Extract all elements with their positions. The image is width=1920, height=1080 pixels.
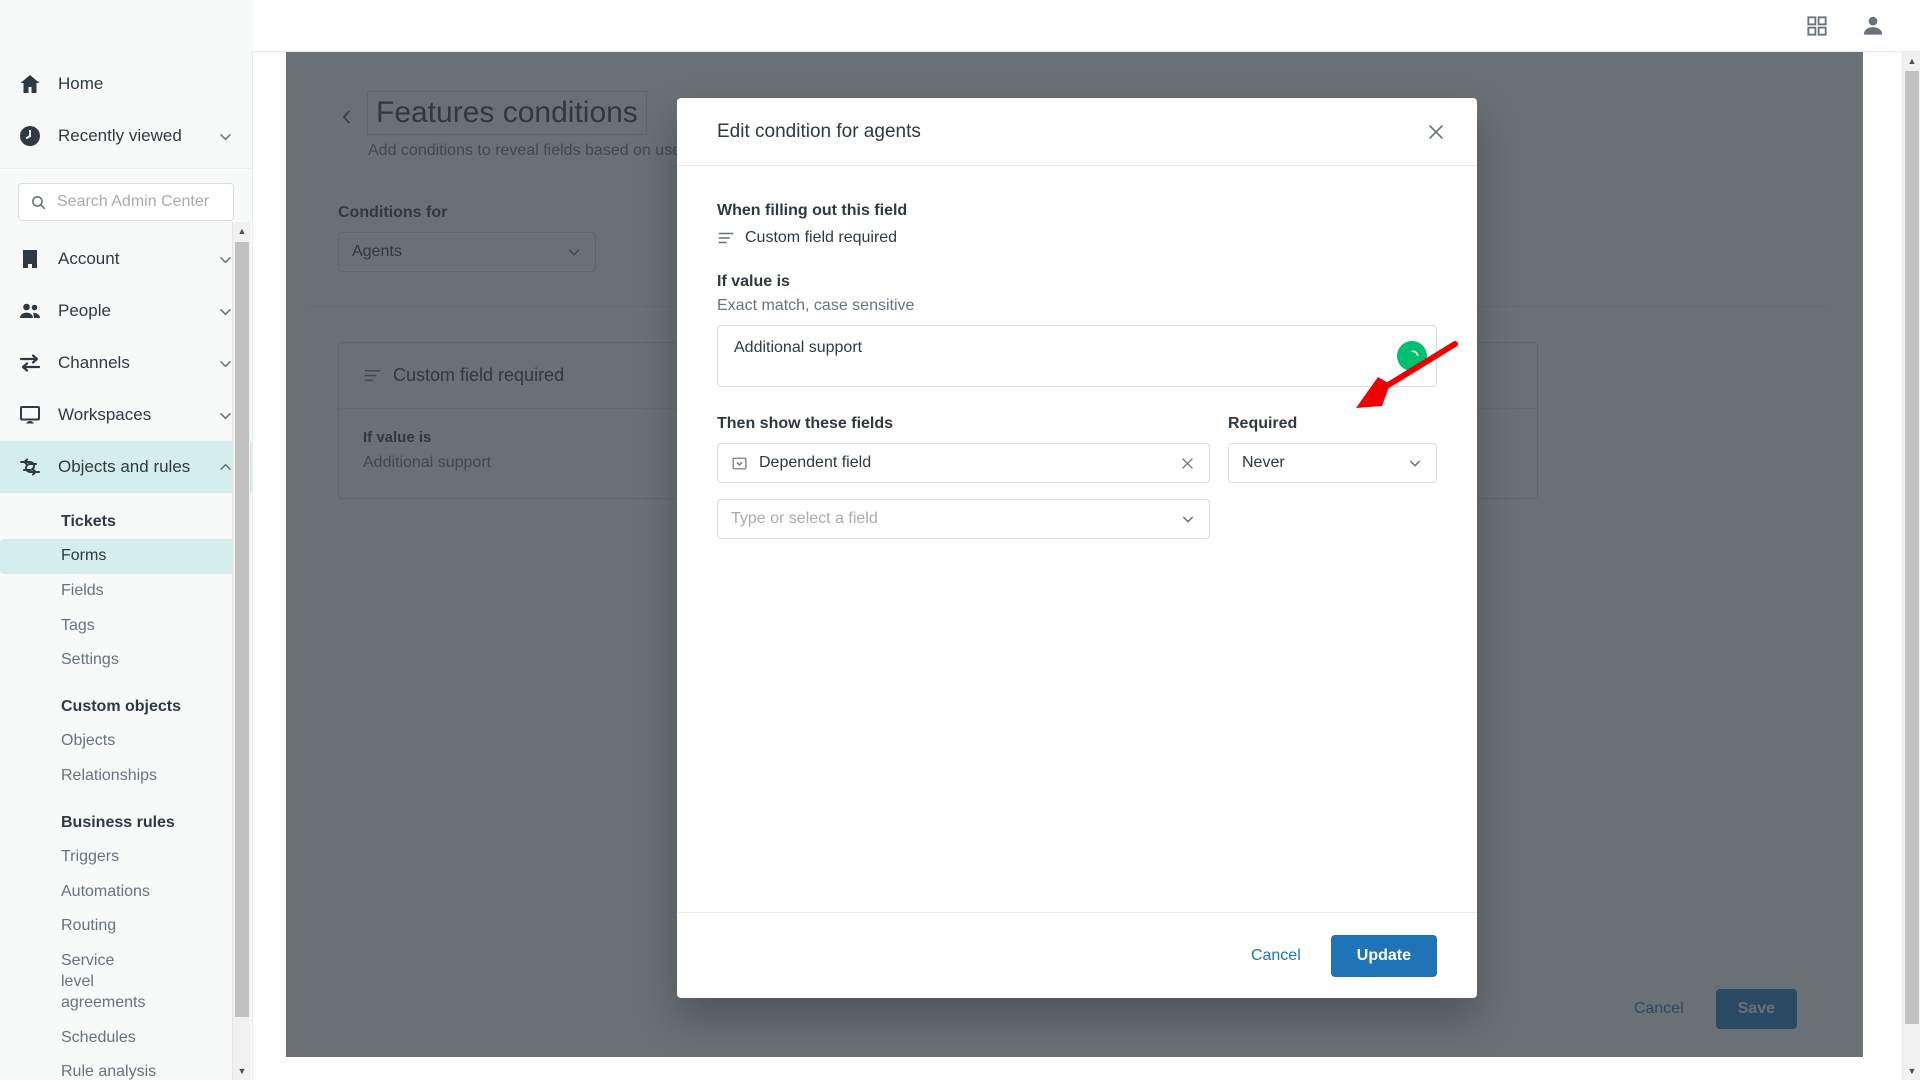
text-lines-icon [718, 232, 734, 244]
modal-update-button[interactable]: Update [1330, 934, 1437, 977]
brand-slot [0, 0, 253, 52]
people-icon [20, 303, 40, 318]
sidebar-group-tickets: Tickets Forms Fields Tags Settings [0, 493, 252, 678]
clock-icon [20, 126, 40, 146]
sidebar-item-channels[interactable]: Channels [0, 337, 252, 389]
chevron-down-icon [1409, 460, 1421, 467]
topbar-actions [1804, 0, 1920, 52]
close-x-icon[interactable] [1179, 455, 1196, 472]
top-bar [0, 0, 1920, 52]
main-scrollbar[interactable]: ▲ ▼ [1902, 52, 1920, 1080]
sidebar-item-objects-and-rules[interactable]: Objects and rules [0, 441, 252, 493]
modal-title: Edit condition for agents [717, 120, 921, 142]
scroll-down-arrow-icon[interactable]: ▼ [233, 1062, 251, 1080]
search-input[interactable] [57, 193, 222, 211]
sidebar-item-label: Workspaces [58, 405, 152, 425]
sidebar-top-items: Home Recently viewed [0, 52, 252, 162]
selected-field-name: Dependent field [759, 454, 872, 471]
sidebar-item-label: Channels [58, 353, 130, 373]
chevron-down-icon [219, 133, 232, 140]
fields-row: Then show these fields Dependent field T… [717, 415, 1437, 539]
modal-body: When filling out this field Custom field… [677, 166, 1477, 912]
scroll-down-arrow-icon[interactable]: ▼ [1903, 1062, 1920, 1080]
if-value-text: Additional support [734, 339, 863, 356]
then-show-label: Then show these fields [717, 415, 894, 432]
sidebar-search-wrap [0, 169, 252, 233]
sidebar-group-custom-objects: Custom objects Objects Relationships [0, 678, 252, 794]
search-box[interactable] [18, 183, 234, 221]
channels-icon [19, 354, 41, 372]
sidebar-item-fields[interactable]: Fields [0, 574, 242, 609]
spinner-arc-icon [1411, 349, 1419, 356]
grid-apps-icon[interactable] [1804, 13, 1830, 39]
add-field-select[interactable]: Type or select a field [717, 499, 1210, 539]
if-value-input[interactable]: Additional support [717, 325, 1437, 387]
sidebar-group-title: Tickets [61, 513, 116, 530]
sidebar-item-triggers[interactable]: Triggers [0, 840, 242, 875]
sidebar-group-business-rules: Business rules Triggers Automations Rout… [0, 794, 252, 1080]
modal-footer: Cancel Update [677, 912, 1477, 998]
close-icon[interactable] [1425, 121, 1447, 143]
when-filling-label: When filling out this field [717, 202, 908, 219]
sidebar-item-objects[interactable]: Objects [0, 724, 242, 759]
modal-cancel-button[interactable]: Cancel [1237, 937, 1315, 975]
sidebar-item-workspaces[interactable]: Workspaces [0, 389, 252, 441]
sidebar-item-label: People [58, 301, 111, 321]
add-field-placeholder: Type or select a field [731, 510, 878, 527]
if-value-label: If value is [717, 273, 790, 290]
sidebar-item-recently-viewed[interactable]: Recently viewed [0, 110, 252, 162]
required-column: Required Never [1227, 415, 1437, 539]
sidebar-item-rule-analysis[interactable]: Rule analysis [0, 1055, 242, 1080]
then-show-column: Then show these fields Dependent field T… [717, 415, 1210, 539]
sidebar-item-label: Recently viewed [58, 126, 182, 146]
if-value-hint: Exact match, case sensitive [717, 297, 915, 314]
sidebar-item-people[interactable]: People [0, 285, 252, 337]
sidebar-item-account[interactable]: Account [0, 233, 252, 285]
sidebar-item-tags[interactable]: Tags [0, 609, 242, 644]
sidebar-group-title: Custom objects [61, 698, 182, 716]
sidebar-item-service-level-agreements[interactable]: Service level agreements [0, 944, 150, 1020]
spinner-icon [1397, 341, 1427, 371]
when-filling-field: Custom field required [717, 229, 1437, 247]
when-filling-field-name: Custom field required [745, 229, 898, 246]
scroll-up-arrow-icon[interactable]: ▲ [233, 222, 251, 240]
sidebar-item-schedules[interactable]: Schedules [0, 1021, 242, 1056]
required-select[interactable]: Never [1227, 443, 1437, 483]
selected-field-chip[interactable]: Dependent field [717, 443, 1210, 483]
sidebar-item-label: Home [58, 74, 104, 94]
sidebar-item-forms[interactable]: Forms [0, 539, 242, 574]
dropdown-field-icon [732, 457, 747, 469]
sidebar-scrollbar[interactable]: ▲ ▼ [232, 222, 250, 1080]
sidebar-item-settings[interactable]: Settings [0, 643, 242, 678]
sidebar: Home Recently viewed Search Admin Center… [0, 0, 253, 1080]
main-scrollbar-thumb[interactable] [1905, 71, 1919, 1024]
app-root: Home Recently viewed Search Admin Center… [0, 0, 1920, 1080]
sidebar-group-title: Business rules [61, 813, 175, 831]
sidebar-item-relationships[interactable]: Relationships [0, 759, 242, 794]
building-icon [23, 250, 37, 268]
edit-condition-modal: Edit condition for agents When filling o… [677, 98, 1477, 998]
objects-rules-icon [20, 458, 40, 476]
sidebar-scrollbar-thumb[interactable] [235, 242, 249, 1017]
scroll-up-arrow-icon[interactable]: ▲ [1903, 52, 1920, 70]
sidebar-item-automations[interactable]: Automations [0, 875, 242, 910]
sidebar-item-routing[interactable]: Routing [0, 909, 242, 944]
monitor-icon [20, 406, 40, 424]
search-icon [32, 195, 46, 209]
modal-header: Edit condition for agents [677, 98, 1477, 166]
required-value: Never [1241, 454, 1285, 471]
sidebar-item-label: Objects and rules [58, 457, 191, 477]
required-label: Required [1227, 415, 1298, 432]
home-icon [20, 75, 40, 93]
chevron-down-icon [1182, 516, 1194, 523]
sidebar-item-label: Account [58, 249, 120, 269]
sidebar-nav: Account People Channels Workspaces Objec… [0, 233, 252, 493]
sidebar-item-home[interactable]: Home [0, 58, 252, 110]
sidebar-subnav: Tickets Forms Fields Tags Settings Custo… [0, 493, 252, 1080]
user-avatar-icon[interactable] [1860, 13, 1886, 39]
